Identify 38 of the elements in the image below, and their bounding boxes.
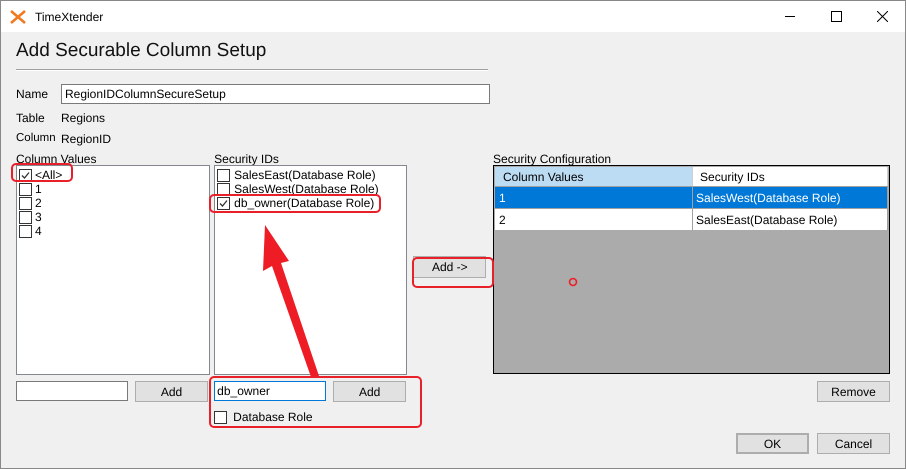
- field-label: Table: [16, 110, 46, 127]
- list-label: Column Values: [16, 153, 98, 166]
- checkbox[interactable]: [19, 182, 32, 196]
- add-button[interactable]: Add: [135, 381, 208, 402]
- checkbox[interactable]: [217, 168, 230, 182]
- column-header[interactable]: Security IDs: [693, 167, 888, 186]
- checkbox[interactable]: [19, 224, 32, 238]
- logo-icon: [10, 10, 26, 24]
- table-value: Regions: [61, 110, 106, 127]
- checkbox[interactable]: [217, 196, 230, 210]
- cursor-marker: [568, 277, 578, 287]
- checkbox[interactable]: [19, 196, 32, 210]
- dialog-button[interactable]: Cancel: [817, 433, 890, 454]
- security-id-input-field[interactable]: db_owner: [214, 381, 326, 401]
- grid-row[interactable]: 2 SalesEast(Database Role): [495, 208, 888, 230]
- column-header[interactable]: Column Values: [495, 167, 694, 186]
- add-to-configuration-button[interactable]: Add ->: [413, 256, 486, 278]
- grid-label: Security Configuration: [493, 153, 612, 166]
- checkbox-label: Database Role: [233, 409, 313, 426]
- name-field[interactable]: RegionIDColumnSecureSetup: [61, 84, 490, 104]
- field-label: Name: [16, 86, 50, 103]
- grid-cell: SalesEast(Database Role): [693, 209, 888, 230]
- remove-button[interactable]: Remove: [817, 381, 890, 402]
- checkbox[interactable]: [19, 210, 32, 224]
- field-label: Column: [16, 131, 57, 146]
- column-value: RegionID: [61, 131, 112, 148]
- list-label: Security IDs: [214, 153, 280, 166]
- highlight-frame: [11, 163, 73, 182]
- dialog-button[interactable]: OK: [736, 433, 810, 454]
- checkbox[interactable]: [217, 182, 230, 196]
- grid-row[interactable]: 1 SalesWest(Database Role): [495, 186, 888, 208]
- window-title: TimeXtender: [35, 8, 104, 26]
- checkbox[interactable]: [19, 168, 32, 182]
- dialog-heading: Add Securable Column Setup: [16, 39, 268, 63]
- add-button[interactable]: Add: [333, 381, 406, 402]
- value-input-field[interactable]: [16, 381, 128, 401]
- checkbox[interactable]: [214, 410, 228, 424]
- grid-cell: 2: [495, 209, 694, 230]
